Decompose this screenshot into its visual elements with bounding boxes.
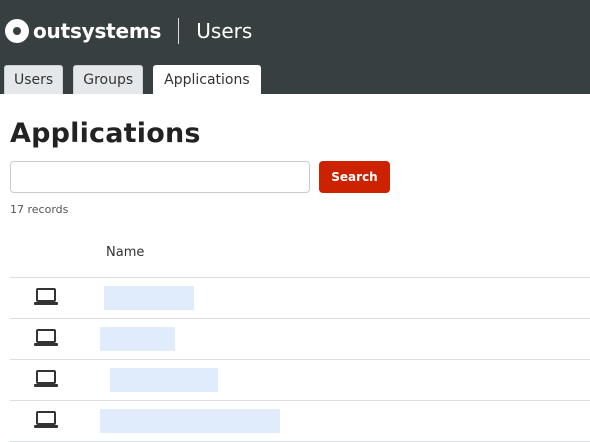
laptop-icon bbox=[34, 329, 58, 346]
redacted-name bbox=[100, 327, 175, 351]
tab-applications[interactable]: Applications bbox=[153, 65, 261, 94]
table-row[interactable] bbox=[10, 277, 590, 318]
laptop-icon bbox=[34, 370, 58, 387]
app-title: Users bbox=[196, 19, 253, 43]
redacted-name bbox=[100, 409, 280, 433]
search-button[interactable]: Search bbox=[319, 161, 390, 193]
logo-text[interactable]: outsystems bbox=[33, 19, 161, 43]
page-title: Applications bbox=[10, 118, 201, 149]
tab-groups[interactable]: Groups bbox=[73, 65, 144, 94]
laptop-icon bbox=[34, 411, 58, 428]
tab-bar: Users Groups Applications bbox=[4, 65, 271, 94]
column-header-name[interactable]: Name bbox=[106, 245, 144, 260]
outsystems-logo-icon[interactable] bbox=[5, 19, 29, 43]
redacted-name bbox=[110, 368, 218, 392]
applications-table bbox=[10, 277, 590, 442]
laptop-icon bbox=[34, 288, 58, 305]
top-bar: outsystems Users Users Groups Applicatio… bbox=[0, 0, 590, 94]
records-count: 17 records bbox=[10, 203, 69, 216]
table-row[interactable] bbox=[10, 318, 590, 359]
search-input[interactable] bbox=[10, 161, 310, 193]
tab-users[interactable]: Users bbox=[4, 65, 64, 94]
redacted-name bbox=[104, 286, 194, 310]
table-row[interactable] bbox=[10, 359, 590, 400]
brand-separator bbox=[178, 18, 180, 44]
brand: outsystems Users bbox=[5, 18, 252, 44]
table-row[interactable] bbox=[10, 400, 590, 442]
